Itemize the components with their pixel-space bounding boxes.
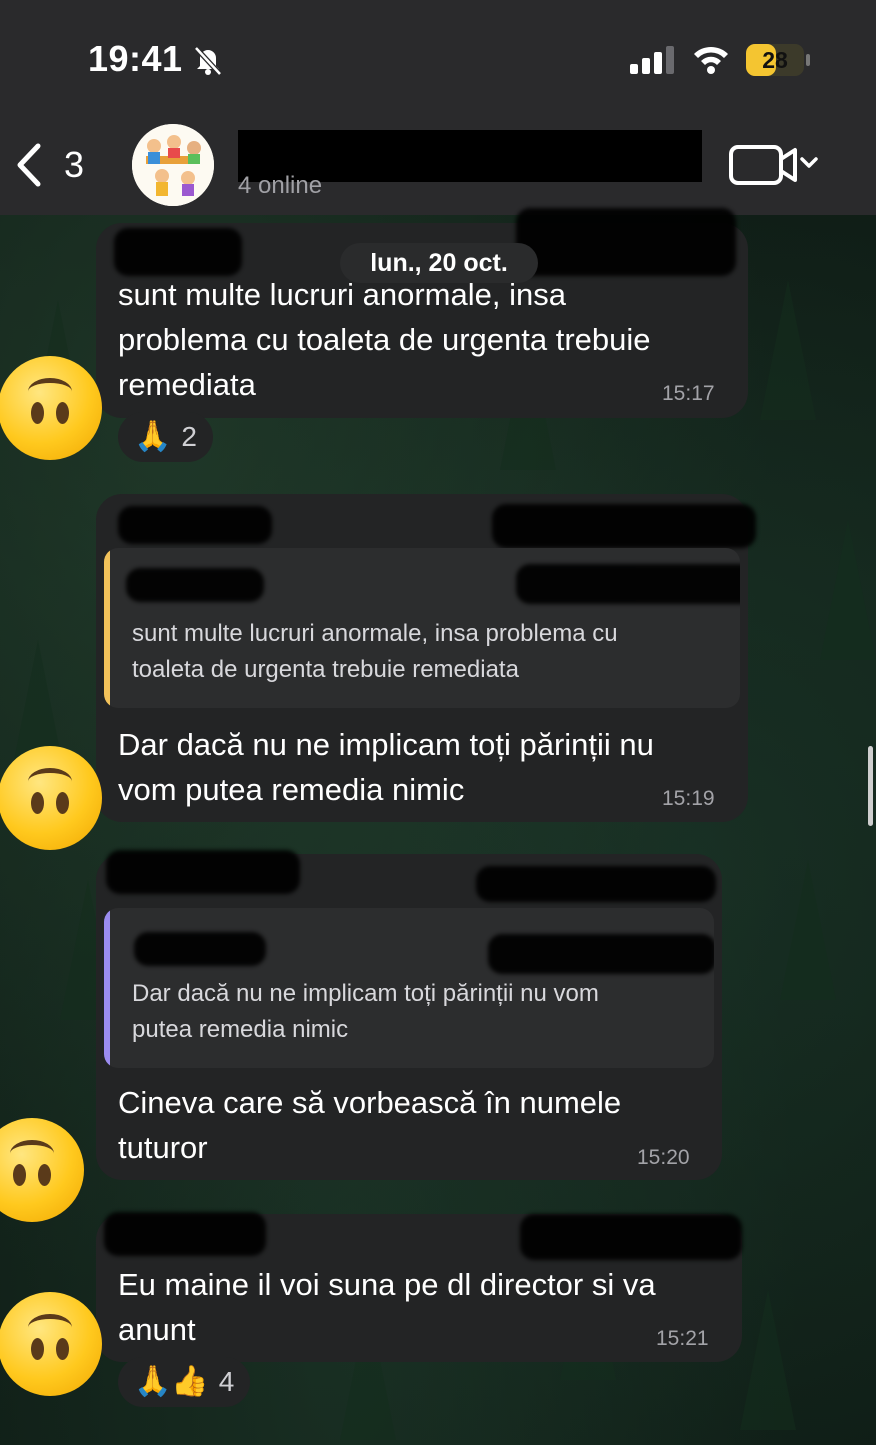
battery-indicator: 28 [746, 44, 804, 76]
reaction-count: 2 [181, 421, 197, 452]
sender-name-redacted [114, 228, 242, 276]
sender-phone-redacted [476, 866, 716, 902]
upside-down-face-icon[interactable] [0, 356, 102, 460]
upside-down-face-icon[interactable] [0, 746, 102, 850]
sender-phone-redacted [516, 208, 736, 276]
battery-level: 28 [762, 47, 788, 73]
quoted-sender-redacted [134, 932, 266, 966]
unread-count: 3 [64, 144, 85, 185]
reaction-count: 4 [218, 1366, 235, 1397]
sender-name-redacted [106, 850, 300, 894]
message-text: Dar dacă nu ne implicam toți părinții nu… [118, 727, 654, 807]
tree-silhouette [820, 520, 876, 660]
wifi-icon [694, 46, 728, 74]
tree-silhouette [780, 860, 836, 1000]
tree-silhouette [740, 1290, 796, 1430]
scroll-indicator[interactable] [868, 746, 873, 826]
battery-nub [806, 54, 810, 66]
status-time: 19:41 [88, 38, 183, 79]
pray-thumbs-up-emoji-icon: 🙏👍 [134, 1365, 209, 1398]
message-text: Cineva care să vorbească în numele tutur… [118, 1085, 622, 1165]
message-text: sunt multe lucruri anormale, insa proble… [118, 277, 651, 402]
quote-accent-bar [104, 908, 110, 1068]
upside-down-face-icon[interactable] [0, 1292, 102, 1396]
sender-phone-redacted [492, 504, 756, 548]
message-text: Eu maine il voi suna pe dl director si v… [118, 1267, 656, 1347]
sender-name-redacted [118, 506, 272, 544]
pray-emoji-icon: 🙏 [134, 420, 172, 453]
group-avatar[interactable] [132, 124, 214, 206]
video-camera-icon [729, 145, 797, 185]
quote-accent-bar [104, 548, 110, 708]
tree-silhouette [760, 280, 816, 420]
reply-quote[interactable]: Dar dacă nu ne implicam toți părinții nu… [104, 908, 714, 1068]
quoted-phone-redacted [488, 934, 714, 974]
chevron-left-icon [17, 143, 41, 187]
date-separator: lun., 20 oct. [340, 243, 538, 283]
bell-off-icon [194, 46, 222, 76]
chevron-down-icon [800, 157, 818, 168]
sender-name-redacted [104, 1212, 266, 1256]
reply-quote[interactable]: sunt multe lucruri anormale, insa proble… [104, 548, 740, 708]
online-status: 4 online [238, 172, 323, 199]
message-reactions[interactable]: 🙏👍 4 [118, 1357, 251, 1407]
message-time: 15:17 [662, 382, 715, 405]
message-reactions[interactable]: 🙏 2 [118, 412, 213, 462]
quoted-text: sunt multe lucruri anormale, insa proble… [132, 620, 618, 683]
quoted-sender-redacted [126, 568, 264, 602]
quoted-phone-redacted [516, 564, 740, 604]
back-button[interactable]: 3 [14, 140, 84, 190]
message-time: 15:19 [662, 787, 715, 810]
sender-phone-redacted [520, 1214, 742, 1260]
kids-illustration-icon [132, 124, 214, 206]
quoted-text: Dar dacă nu ne implicam toți părinții nu… [132, 980, 599, 1043]
video-call-button[interactable] [728, 142, 822, 188]
signal-icon [630, 46, 674, 74]
message-time: 15:21 [656, 1327, 709, 1350]
message-time: 15:20 [637, 1146, 690, 1169]
